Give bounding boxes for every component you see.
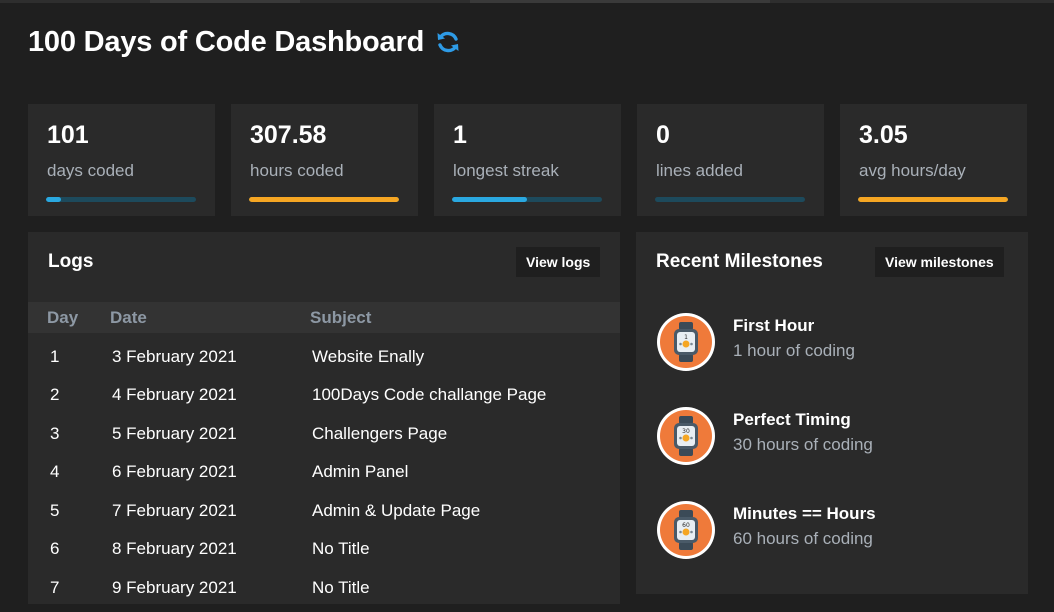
cell-subject: Admin Panel xyxy=(312,462,409,481)
cell-day: 3 xyxy=(50,424,60,443)
badge-number: 30 xyxy=(682,428,690,435)
table-row[interactable]: 1 3 February 2021 Website Enally xyxy=(28,339,620,377)
top-divider-segment xyxy=(150,0,300,3)
cell-subject: No Title xyxy=(312,539,370,558)
cell-subject: Challengers Page xyxy=(312,424,448,443)
cell-subject: No Title xyxy=(312,578,370,597)
table-row[interactable]: 2 4 February 2021 100Days Code challange… xyxy=(28,377,620,415)
cell-subject: 100Days Code challange Page xyxy=(312,385,547,404)
cell-day: 2 xyxy=(50,385,60,404)
logs-panel: Logs View logs Day Date Subject 1 3 Febr… xyxy=(28,232,620,604)
badge-number: 1 xyxy=(684,334,688,341)
cell-subject: Admin & Update Page xyxy=(312,501,481,520)
milestones-title: Recent Milestones xyxy=(656,251,823,272)
stat-progress-track xyxy=(46,197,196,202)
stopwatch-icon: 1 xyxy=(657,313,715,371)
milestone-item[interactable]: 30 Perfect Timing 30 hours of coding xyxy=(656,406,1016,468)
cell-date: 9 February 2021 xyxy=(112,578,237,597)
stat-value: 101 xyxy=(47,121,89,149)
stat-card-lines-added: 0 lines added xyxy=(637,104,824,216)
stat-value: 1 xyxy=(453,121,467,149)
table-row[interactable]: 5 7 February 2021 Admin & Update Page xyxy=(28,493,620,531)
cell-day: 1 xyxy=(50,347,60,366)
stat-card-longest-streak: 1 longest streak xyxy=(434,104,621,216)
top-divider-segment xyxy=(470,0,770,3)
stat-progress-track xyxy=(452,197,602,202)
stat-value: 3.05 xyxy=(859,121,908,149)
column-header-date: Date xyxy=(110,308,147,327)
cell-date: 8 February 2021 xyxy=(112,539,237,558)
cell-date: 3 February 2021 xyxy=(112,347,237,366)
logs-title: Logs xyxy=(48,251,94,272)
stat-card-avg-hours: 3.05 avg hours/day xyxy=(840,104,1027,216)
badge-number: 60 xyxy=(682,522,690,529)
cell-day: 6 xyxy=(50,539,60,558)
milestone-item[interactable]: 1 First Hour 1 hour of coding xyxy=(656,312,1016,374)
cell-day: 4 xyxy=(50,462,60,481)
cell-day: 7 xyxy=(50,578,60,597)
stat-progress-track xyxy=(655,197,805,202)
stat-card-days-coded: 101 days coded xyxy=(28,104,215,216)
stopwatch-icon: 30 xyxy=(657,407,715,465)
stat-label: avg hours/day xyxy=(859,161,966,180)
stat-label: hours coded xyxy=(250,161,344,180)
table-row[interactable]: 4 6 February 2021 Admin Panel xyxy=(28,454,620,492)
stat-progress-track xyxy=(249,197,399,202)
milestone-name: First Hour xyxy=(733,316,815,335)
stat-progress-fill xyxy=(46,197,61,202)
table-row[interactable]: 7 9 February 2021 No Title xyxy=(28,570,620,604)
top-divider xyxy=(0,0,1054,3)
stat-label: lines added xyxy=(656,161,743,180)
milestone-name: Perfect Timing xyxy=(733,410,851,429)
stat-value: 307.58 xyxy=(250,121,327,149)
stat-progress-fill xyxy=(452,197,527,202)
column-header-day: Day xyxy=(47,308,79,327)
cell-date: 4 February 2021 xyxy=(112,385,237,404)
milestones-panel: Recent Milestones View milestones 1 Firs… xyxy=(636,232,1028,594)
column-header-subject: Subject xyxy=(310,308,372,327)
stat-progress-fill xyxy=(249,197,399,202)
cell-subject: Website Enally xyxy=(312,347,425,366)
stat-progress-fill xyxy=(858,197,1008,202)
stopwatch-icon: 60 xyxy=(657,501,715,559)
cell-date: 7 February 2021 xyxy=(112,501,237,520)
page-header: 100 Days of Code Dashboard xyxy=(28,24,462,60)
table-row[interactable]: 3 5 February 2021 Challengers Page xyxy=(28,416,620,454)
stat-label: days coded xyxy=(47,161,134,180)
milestone-description: 1 hour of coding xyxy=(733,341,855,360)
stat-card-hours-coded: 307.58 hours coded xyxy=(231,104,418,216)
stat-value: 0 xyxy=(656,121,670,149)
cell-date: 6 February 2021 xyxy=(112,462,237,481)
refresh-icon[interactable] xyxy=(434,28,462,56)
stat-label: longest streak xyxy=(453,161,559,180)
cell-day: 5 xyxy=(50,501,60,520)
view-milestones-button[interactable]: View milestones xyxy=(875,247,1004,277)
view-logs-button[interactable]: View logs xyxy=(516,247,601,277)
milestone-description: 30 hours of coding xyxy=(733,435,873,454)
stat-progress-track xyxy=(858,197,1008,202)
page-title: 100 Days of Code Dashboard xyxy=(28,25,425,58)
milestone-name: Minutes == Hours xyxy=(733,504,876,523)
cell-date: 5 February 2021 xyxy=(112,424,237,443)
table-row[interactable]: 6 8 February 2021 No Title xyxy=(28,531,620,569)
milestone-item[interactable]: 60 Minutes == Hours 60 hours of coding xyxy=(656,500,1016,562)
milestone-description: 60 hours of coding xyxy=(733,529,873,548)
logs-table-header: Day Date Subject xyxy=(28,302,620,333)
